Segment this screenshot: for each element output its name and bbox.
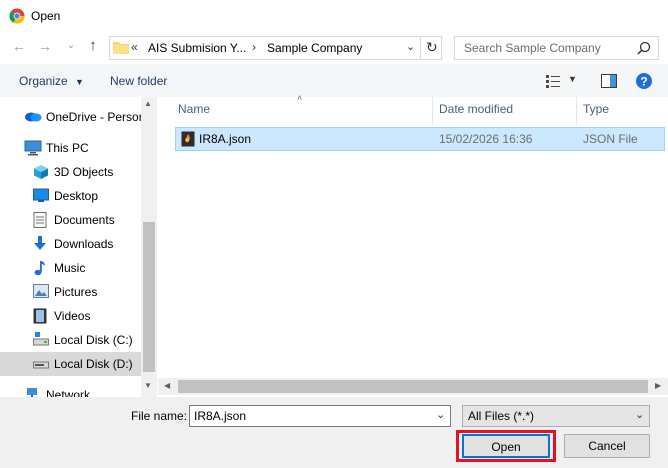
computer-icon <box>24 140 42 156</box>
nav-item-downloads[interactable]: Downloads <box>0 232 141 256</box>
view-dropdown-icon[interactable]: ▼ <box>568 74 577 84</box>
network-icon <box>24 387 40 397</box>
desktop-icon <box>33 188 49 204</box>
chrome-icon <box>9 8 25 24</box>
nav-label: Desktop <box>54 189 99 203</box>
table-row[interactable]: IR8A.json 15/02/2026 16:36 JSON File <box>175 127 665 151</box>
recent-locations-button[interactable]: ⌄ <box>64 40 78 51</box>
pictures-icon <box>33 284 49 300</box>
breadcrumb-sample-company[interactable]: Sample Company <box>267 41 362 55</box>
file-type-cell: JSON File <box>583 132 638 146</box>
nav-item-network[interactable]: Network <box>0 383 141 397</box>
file-type-value: All Files (*.*) <box>468 409 535 423</box>
organize-label: Organize <box>19 74 68 88</box>
column-header-type[interactable]: Type <box>583 102 609 116</box>
file-name-cell: IR8A.json <box>199 132 252 146</box>
nav-item-local-disk-d[interactable]: Local Disk (D:) <box>0 352 141 376</box>
nav-label: Documents <box>54 213 115 227</box>
videos-icon <box>33 308 49 324</box>
file-name-label: File name: <box>131 409 188 423</box>
documents-icon <box>33 212 49 228</box>
nav-item-local-disk-c[interactable]: Local Disk (C:) <box>0 328 141 352</box>
arrow-right-icon: → <box>38 38 52 54</box>
file-name-dropdown-icon[interactable]: ⌄ <box>436 408 445 421</box>
nav-item-documents[interactable]: Documents <box>0 208 141 232</box>
scroll-up-icon[interactable]: ▲ <box>144 99 152 108</box>
column-separator[interactable] <box>432 97 433 125</box>
file-date-cell: 15/02/2026 16:36 <box>439 132 533 146</box>
json-file-icon <box>181 131 195 147</box>
nav-label: Local Disk (D:) <box>54 357 133 371</box>
forward-button[interactable]: → <box>36 38 54 54</box>
search-icon[interactable] <box>637 41 651 55</box>
nav-label: Local Disk (C:) <box>54 333 133 347</box>
file-type-select[interactable]: All Files (*.*) ⌄ <box>462 405 650 427</box>
breadcrumb-ais-submision[interactable]: AIS Submision Y... <box>148 41 246 55</box>
file-name-value: IR8A.json <box>194 409 247 423</box>
nav-label: Music <box>54 261 86 275</box>
scroll-down-icon[interactable]: ▼ <box>144 381 152 390</box>
nav-item-this-pc[interactable]: This PC <box>0 136 141 160</box>
column-header-date[interactable]: Date modified <box>439 102 513 116</box>
cancel-button[interactable]: Cancel <box>564 434 650 458</box>
divider <box>420 37 421 59</box>
address-dropdown-icon[interactable]: ⌄ <box>406 40 415 53</box>
nav-item-onedrive[interactable]: OneDrive - Persor <box>0 105 143 129</box>
file-name-field[interactable]: IR8A.json ⌄ <box>189 405 451 427</box>
close-button[interactable] <box>634 0 668 30</box>
nav-item-3d-objects[interactable]: 3D Objects <box>0 160 141 184</box>
title-bar <box>0 0 668 32</box>
view-options-icon[interactable] <box>546 74 562 88</box>
nav-label: 3D Objects <box>54 165 114 179</box>
drive-c-icon <box>33 332 49 348</box>
address-bar[interactable]: « AIS Submision Y... › Sample Company ⌄ … <box>109 36 442 60</box>
nav-scrollbar-thumb[interactable] <box>143 222 155 372</box>
scroll-right-icon[interactable]: ▶ <box>655 381 661 390</box>
nav-label: Videos <box>54 309 91 323</box>
nav-label: Network <box>46 388 91 397</box>
breadcrumb-separator-icon: › <box>252 40 256 54</box>
svg-text:?: ? <box>640 75 647 89</box>
arrow-up-icon: ↑ <box>89 37 97 54</box>
3d-objects-icon <box>33 164 49 180</box>
caret-down-icon: ▼ <box>75 77 84 87</box>
scroll-left-icon[interactable]: ◀ <box>164 381 170 390</box>
nav-item-music[interactable]: Music <box>0 256 141 280</box>
search-placeholder: Search Sample Company <box>464 41 601 55</box>
column-header-name[interactable]: Name <box>178 102 210 116</box>
search-input[interactable]: Search Sample Company <box>454 36 659 60</box>
back-button[interactable]: ← <box>10 38 28 54</box>
onedrive-icon <box>24 109 42 125</box>
nav-label: This PC <box>46 141 89 155</box>
up-button[interactable]: ↑ <box>84 37 102 54</box>
arrow-left-icon: ← <box>12 38 26 54</box>
nav-item-videos[interactable]: Videos <box>0 304 141 328</box>
nav-item-desktop[interactable]: Desktop <box>0 184 141 208</box>
chevron-down-icon: ⌄ <box>66 40 76 51</box>
window-title: Open <box>31 9 61 23</box>
list-scrollbar-thumb[interactable] <box>178 380 648 393</box>
file-type-dropdown-icon: ⌄ <box>635 409 645 421</box>
nav-label: Pictures <box>54 285 98 299</box>
preview-pane-icon[interactable] <box>601 74 617 88</box>
column-separator[interactable] <box>576 97 577 125</box>
nav-label: Downloads <box>54 237 114 251</box>
sort-up-icon: ˄ <box>297 93 303 103</box>
downloads-icon <box>33 236 49 252</box>
refresh-icon[interactable]: ↻ <box>426 39 438 56</box>
nav-label: OneDrive - Persor <box>46 110 143 124</box>
folder-icon <box>113 40 129 54</box>
nav-item-pictures[interactable]: Pictures <box>0 280 141 304</box>
open-button[interactable]: Open <box>462 434 550 458</box>
music-icon <box>33 260 49 276</box>
new-folder-button[interactable]: New folder <box>110 74 167 88</box>
help-icon[interactable]: ? <box>636 73 652 89</box>
navigation-pane: OneDrive - Persor This PC 3D Objects Des… <box>0 97 157 397</box>
drive-d-icon <box>33 356 49 372</box>
organize-button[interactable]: Organize ▼ <box>19 74 84 88</box>
breadcrumb-overflow[interactable]: « <box>131 40 138 54</box>
